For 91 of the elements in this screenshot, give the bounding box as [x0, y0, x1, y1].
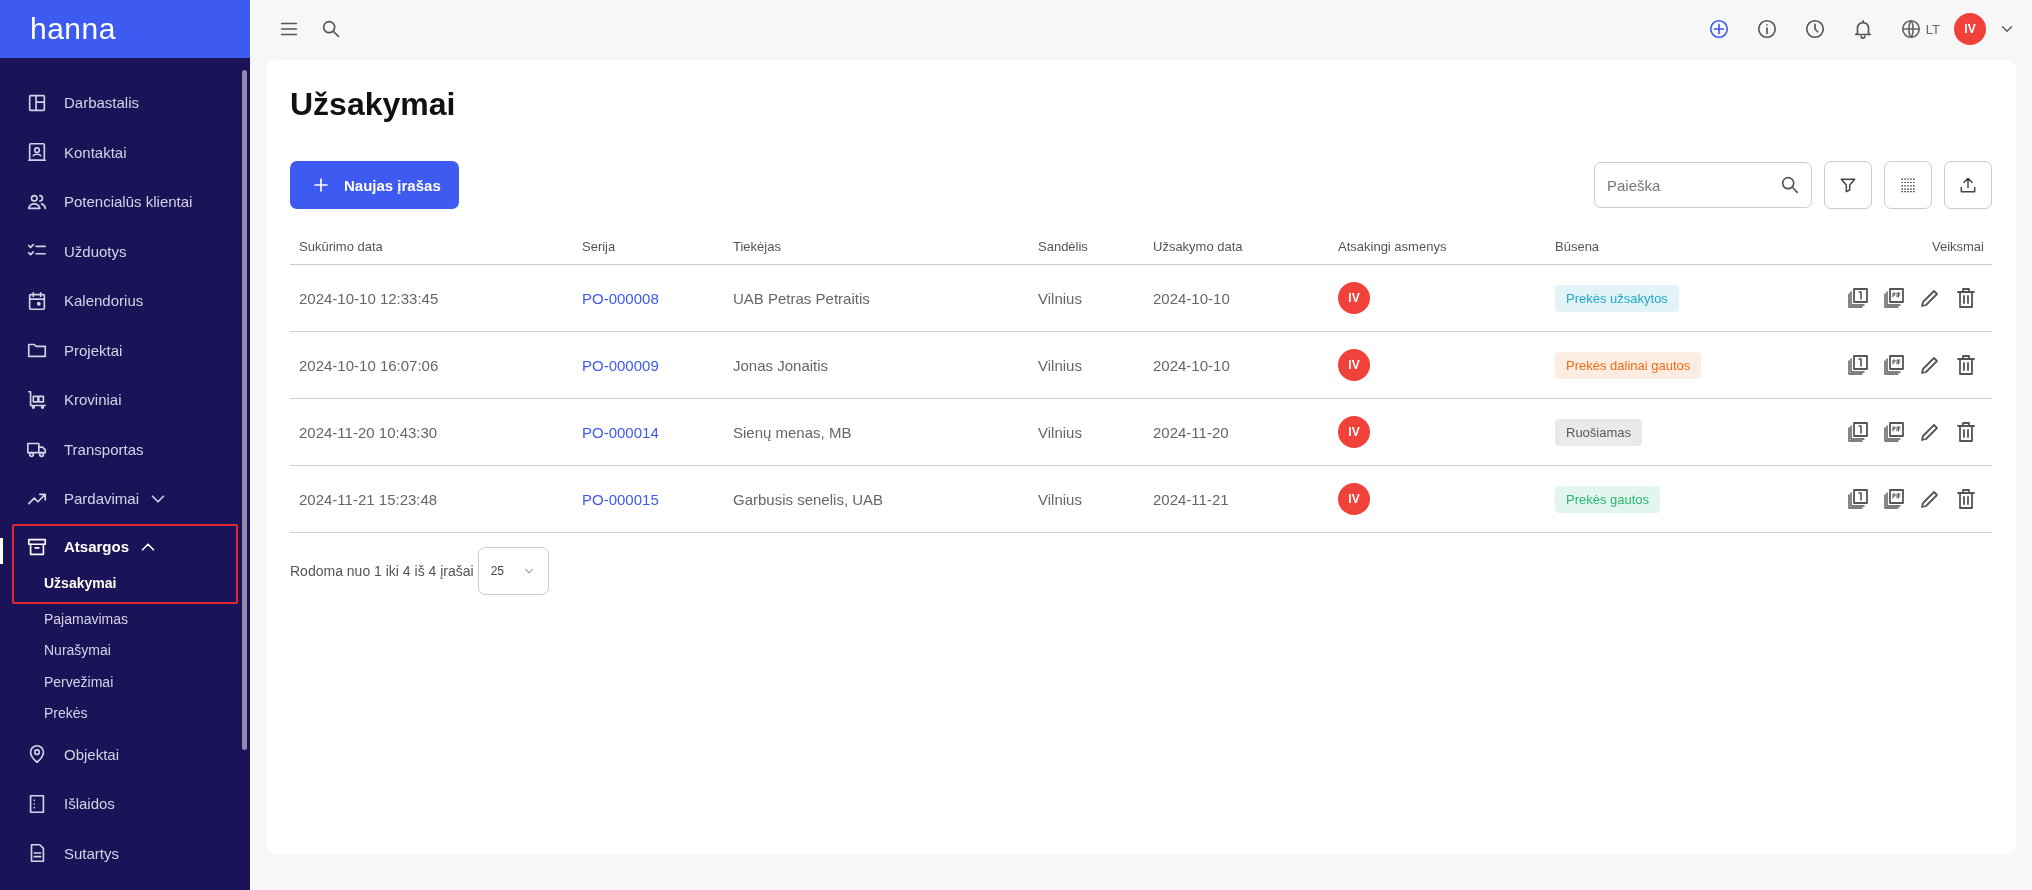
sidebar-item[interactable]: Pardavimai	[0, 474, 250, 524]
column-header: Užsakymo data	[1152, 239, 1244, 254]
status-tag: Prekės dalinai gautos	[1555, 351, 1702, 379]
pdf-icon[interactable]	[1882, 286, 1906, 310]
series-link[interactable]: PO-000008	[582, 289, 659, 307]
scrollbar[interactable]	[242, 70, 247, 750]
sidebar-item[interactable]: Projektai	[0, 325, 250, 375]
sidebar-item[interactable]: Darbastalis	[0, 78, 250, 128]
table-cell: 2024-10-10 16:07:06	[299, 356, 439, 374]
info-icon[interactable]	[1755, 18, 1778, 40]
status-tag: Prekės gautos	[1555, 485, 1661, 513]
user-avatar: IV	[1338, 349, 1370, 381]
table-cell: 2024-11-20 10:43:30	[299, 423, 438, 441]
table-cell: 2024-11-21 15:23:48	[299, 490, 438, 508]
table-cell: 2024-11-21	[1153, 490, 1229, 508]
pdf-icon[interactable]	[1882, 420, 1906, 444]
new-record-button[interactable]: Naujas įrašas	[290, 161, 459, 209]
series-link[interactable]: PO-000015	[582, 490, 659, 508]
column-header: Būsena	[1554, 239, 1601, 254]
column-header: Sandėlis	[1037, 239, 1089, 254]
globe-icon[interactable]	[1899, 18, 1922, 40]
sidebar-item[interactable]: Transportas	[0, 424, 250, 474]
calendar-icon	[26, 289, 48, 312]
filter-button[interactable]	[1824, 161, 1872, 209]
column-header: Serija	[581, 239, 617, 254]
sidebar-item[interactable]: Išlaidos	[0, 779, 250, 829]
copy-icon[interactable]	[1846, 286, 1870, 310]
series-link[interactable]: PO-000014	[582, 423, 659, 441]
active-indicator	[0, 537, 3, 564]
clock-icon[interactable]	[1803, 18, 1826, 40]
page-title: Užsakymai	[290, 86, 457, 123]
submenu-item[interactable]: Nurašymai	[0, 635, 250, 667]
copy-icon[interactable]	[1846, 487, 1870, 511]
search-icon	[1779, 174, 1801, 196]
user-avatar[interactable]: IV	[1954, 13, 1986, 45]
table-cell: Vilnius	[1038, 490, 1082, 508]
search-field[interactable]: Paieška	[1594, 162, 1812, 208]
contact-card-icon	[26, 141, 48, 164]
copy-icon[interactable]	[1846, 420, 1870, 444]
sidebar-item[interactable]: Sutartys	[0, 828, 250, 878]
column-header: Sukūrimo data	[298, 239, 384, 254]
status-tag: Ruošiamas	[1555, 418, 1643, 446]
status-tag: Prekės užsakytos	[1555, 284, 1679, 312]
upload-icon	[1958, 175, 1978, 195]
trash-icon[interactable]	[1954, 420, 1978, 444]
table-cell: 2024-10-10	[1153, 289, 1230, 307]
language-code[interactable]: LT	[1925, 21, 1940, 37]
submenu-item[interactable]: Prekės	[0, 698, 250, 730]
column-header: Tiekėjas	[732, 239, 782, 254]
trash-icon[interactable]	[1954, 286, 1978, 310]
sidebar-item[interactable]: Kalendorius	[0, 276, 250, 326]
sidebar-item[interactable]: Kroviniai	[0, 375, 250, 425]
sidebar-item[interactable]: Užduotys	[0, 226, 250, 276]
submenu-item[interactable]: Pajamavimas	[0, 603, 250, 635]
copy-icon[interactable]	[1846, 353, 1870, 377]
table-cell: Vilnius	[1038, 289, 1082, 307]
trash-icon[interactable]	[1954, 487, 1978, 511]
table-cell: Vilnius	[1038, 423, 1082, 441]
submenu-item[interactable]: Užsakymai	[14, 567, 236, 602]
series-link[interactable]: PO-000009	[582, 356, 659, 374]
sidebar-item[interactable]: Atsargos	[14, 525, 236, 568]
columns-button[interactable]	[1884, 161, 1932, 209]
add-icon[interactable]	[1707, 18, 1730, 40]
plus-icon	[312, 176, 330, 194]
table-cell: Sienų menas, MB	[733, 423, 852, 441]
table-cell: 2024-10-10 12:33:45	[299, 289, 439, 307]
sidebar-item[interactable]: Kontaktai	[0, 127, 250, 177]
user-avatar: IV	[1338, 282, 1370, 314]
pdf-icon[interactable]	[1882, 353, 1906, 377]
trash-icon[interactable]	[1954, 353, 1978, 377]
sidebar-item[interactable]: Potencialūs klientai	[0, 177, 250, 227]
table-cell: 2024-11-20	[1153, 423, 1229, 441]
pdf-icon[interactable]	[1882, 487, 1906, 511]
table-cell: UAB Petras Petraitis	[733, 289, 870, 307]
cart-icon	[26, 388, 48, 411]
user-avatar: IV	[1338, 416, 1370, 448]
pagination-summary: Rodoma nuo 1 iki 4 iš 4 įrašai	[290, 563, 474, 579]
table-cell: 2024-10-10	[1153, 356, 1230, 374]
submenu-item[interactable]: Pervežimai	[0, 666, 250, 698]
user-avatar: IV	[1338, 483, 1370, 515]
table-cell: Jonas Jonaitis	[733, 356, 829, 374]
search-icon[interactable]	[320, 18, 342, 40]
table-cell: Vilnius	[1038, 356, 1082, 374]
sidebar-item[interactable]: Objektai	[0, 729, 250, 779]
logo[interactable]: hanna	[0, 0, 250, 58]
column-header: Veiksmai	[1930, 239, 1985, 254]
page-size-select[interactable]: 25	[477, 547, 549, 595]
column-header: Atsakingi asmenys	[1337, 239, 1448, 254]
table-cell: Garbusis senelis, UAB	[733, 490, 884, 508]
filter-icon	[1838, 175, 1858, 195]
export-button[interactable]	[1944, 161, 1992, 209]
